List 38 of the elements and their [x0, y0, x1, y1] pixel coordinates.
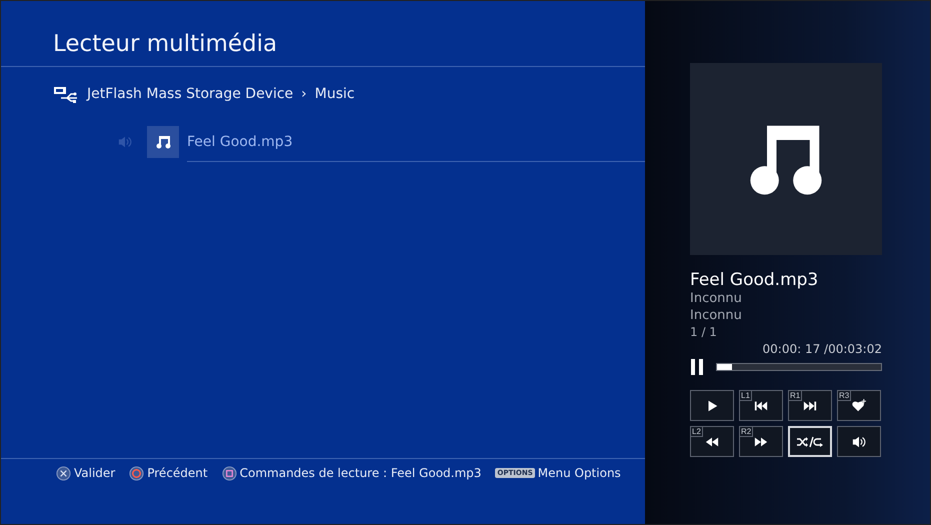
volume-button[interactable] — [837, 426, 881, 457]
footer-hint: Précédent — [147, 466, 208, 480]
favorite-button[interactable]: R3 — [837, 390, 881, 421]
pause-icon — [690, 359, 704, 375]
page-title: Lecteur multimédia — [1, 1, 645, 67]
album-name: Inconnu — [690, 307, 743, 324]
usb-drive-icon — [53, 85, 79, 103]
playback-time: 00:00: 17 /00:03:02 — [762, 342, 882, 356]
shortcut-badge: R3 — [838, 391, 852, 401]
shortcut-badge: R2 — [740, 427, 754, 437]
heart-plus-icon — [852, 398, 866, 412]
artist-name: Inconnu — [690, 290, 743, 307]
breadcrumb-device[interactable]: JetFlash Mass Storage Device — [87, 86, 294, 102]
footer-hint: Commandes de lecture : Feel Good.mp3 — [240, 466, 482, 480]
footer-hint: Valider — [74, 466, 116, 480]
shortcut-badge: R1 — [789, 391, 802, 401]
forward-button[interactable]: R2 — [739, 426, 783, 457]
shortcut-badge: L2 — [691, 427, 703, 437]
cross-button-icon — [56, 466, 71, 480]
speaker-icon — [852, 434, 866, 448]
skip-back-icon — [754, 398, 768, 412]
shortcut-badge: L1 — [740, 391, 752, 401]
play-button[interactable] — [690, 390, 734, 421]
file-item[interactable]: Feel Good.mp3 — [187, 122, 645, 162]
speaker-icon — [117, 135, 133, 149]
square-button-icon — [222, 466, 237, 480]
next-button[interactable]: R1 — [788, 390, 832, 421]
track-title: Feel Good.mp3 — [690, 270, 820, 290]
skip-forward-icon — [803, 398, 817, 412]
shuffle-repeat-icon — [797, 436, 823, 448]
rewind-button[interactable]: L2 — [690, 426, 734, 457]
previous-button[interactable]: L1 — [739, 390, 783, 421]
track-count: 1 / 1 — [690, 324, 718, 341]
shuffle-repeat-button[interactable] — [788, 426, 832, 457]
footer-hint: Menu Options — [538, 466, 621, 480]
breadcrumb-folder[interactable]: Music — [314, 86, 355, 102]
circle-button-icon — [129, 466, 144, 480]
breadcrumb-separator: › — [301, 86, 307, 102]
